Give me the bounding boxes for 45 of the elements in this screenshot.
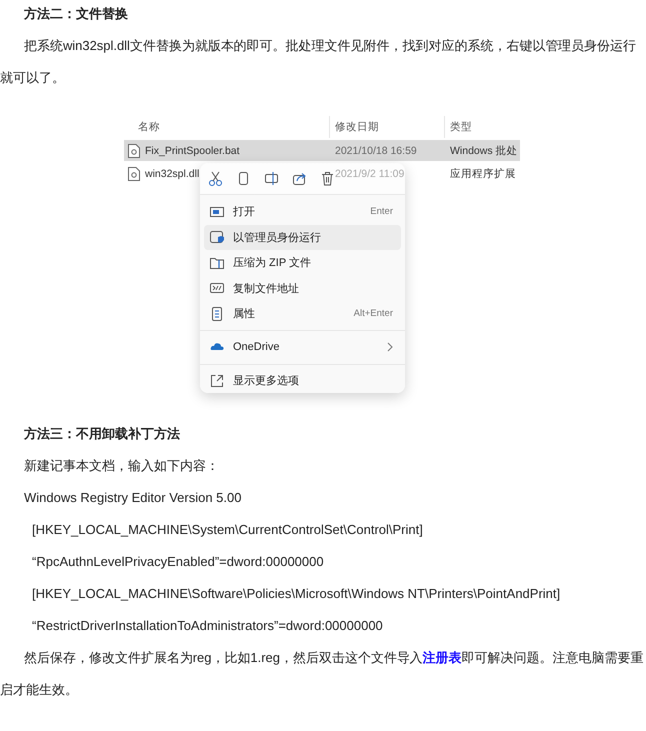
file-row[interactable]: win32spl.dll 2021/9/2 11:09 应用程序扩展 <box>124 163 520 184</box>
file-type: Windows 批处 <box>450 144 518 158</box>
folder-zip-icon <box>210 256 224 270</box>
section-heading: 方法三：不用卸载补丁方法 <box>22 425 180 443</box>
shortcut-text: Alt+Enter <box>354 308 393 320</box>
registry-line: [HKEY_LOCAL_MACHINE\System\CurrentControlSet\Control\Print] <box>31 521 423 539</box>
shortcut-text: Enter <box>370 206 393 218</box>
trash-icon <box>320 171 335 186</box>
file-date: 2021/9/2 11:09 <box>335 168 404 180</box>
file-name: Fix_PrintSpooler.bat <box>145 144 240 156</box>
registry-line: [HKEY_LOCAL_MACHINE\Software\Policies\Microsoft\Windows NT\Printers\PointAndPrint] <box>31 585 560 603</box>
file-date: 2021/10/18 16:59 <box>335 144 417 156</box>
rename-icon <box>264 171 279 186</box>
file-icon <box>128 144 140 158</box>
menu-item[interactable]: 属性 Alt+Enter <box>204 301 401 326</box>
expand-icon <box>210 374 224 388</box>
menu-item[interactable]: OneDrive <box>204 334 401 360</box>
registry-line: “RestrictDriverInstallationToAdministrators”=dword:00000000 <box>31 617 383 635</box>
menu-item[interactable]: 复制文件地址 <box>204 276 401 301</box>
menu-item[interactable]: 以管理员身份运行 <box>204 224 401 250</box>
file-row[interactable]: Fix_PrintSpooler.bat 2021/10/18 16:59 Windows 批处 <box>124 140 520 161</box>
paragraph: 然后保存，修改文件扩展名为reg，比如1.reg，然后双击这个文件导入注册表即可解决问题。注意电脑需要重启才能生效。 <box>0 649 644 699</box>
file-name: win32spl.dll <box>145 168 200 180</box>
menu-item[interactable]: 压缩为 ZIP 文件 <box>204 250 401 276</box>
list-icon <box>210 306 224 321</box>
scissors-icon <box>208 171 223 186</box>
registry-line: “RpcAuthnLevelPrivacyEnabled”=dword:00000000 <box>31 553 324 571</box>
column-header[interactable]: 类型 <box>450 120 472 134</box>
column-header[interactable]: 名称 <box>138 120 160 134</box>
shield-icon <box>210 230 224 244</box>
path-icon <box>210 281 224 296</box>
share-icon <box>292 171 307 186</box>
text-line: Windows Registry Editor Version 5.00 <box>23 489 242 507</box>
file-icon <box>128 166 140 180</box>
menu-item[interactable]: 打开 Enter <box>204 199 401 224</box>
link[interactable]: 注册表 <box>422 650 462 665</box>
column-header[interactable]: 修改日期 <box>335 120 379 134</box>
text-line: 新建记事本文档，输入如下内容： <box>23 457 219 475</box>
paragraph: 把系统win32spl.dll文件替换为就版本的即可。批处理文件见附件，找到对应的系统，右键以管理员身份运行就可以了。 <box>0 37 638 87</box>
file-type: 应用程序扩展 <box>450 166 516 180</box>
copy-icon <box>236 171 251 186</box>
chevron-right-icon <box>387 342 393 352</box>
section-heading: 方法二：文件替换 <box>22 5 128 23</box>
menu-item[interactable]: 显示更多选项 <box>204 368 401 394</box>
window-icon <box>210 204 224 219</box>
